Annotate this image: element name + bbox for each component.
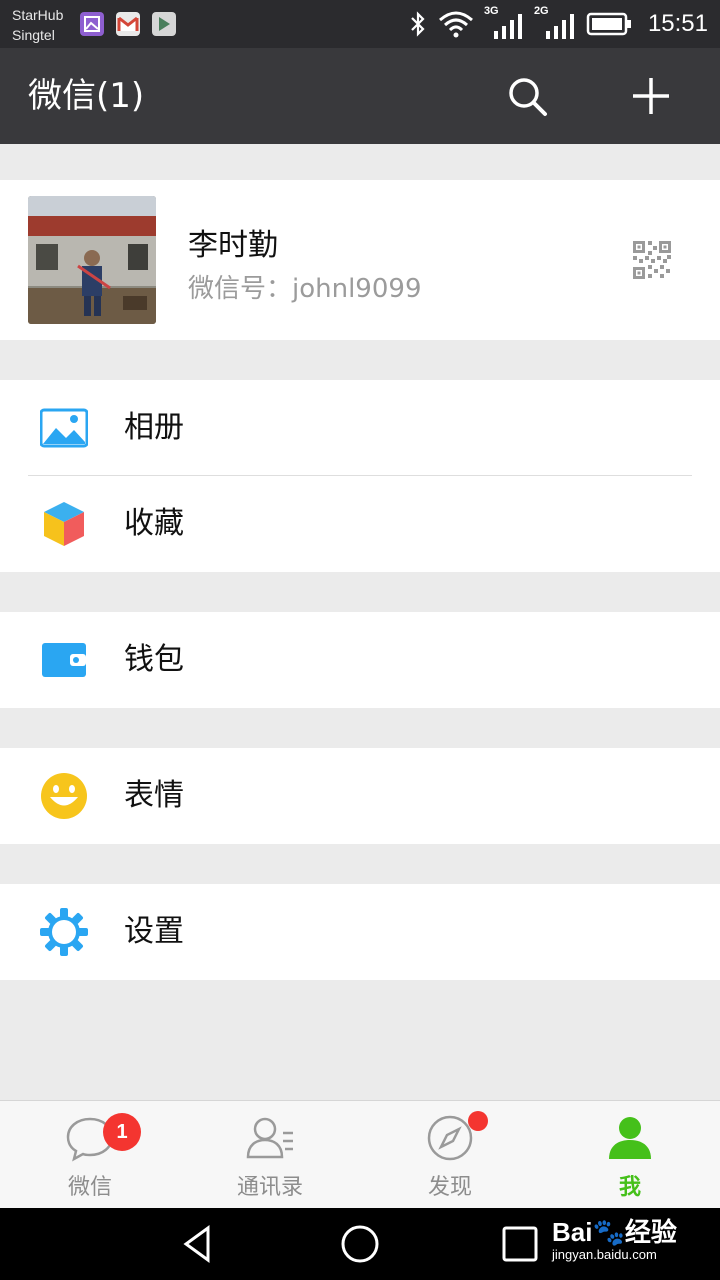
unread-badge: 1 — [103, 1113, 141, 1151]
wallet-group: 钱包 — [0, 612, 720, 708]
status-bar: StarHub Singtel 3G 2G 15:51 — [0, 0, 720, 48]
tab-discover[interactable]: 发现 — [360, 1101, 540, 1209]
discover-notification-dot — [468, 1111, 488, 1131]
bottom-tab-bar: 1 微信 通讯录 发现 我 — [0, 1100, 720, 1209]
baidu-watermark: Bai🐾经验 jingyan.baidu.com — [552, 1212, 677, 1262]
menu-label-favorites: 收藏 — [124, 506, 184, 541]
menu-item-stickers[interactable]: 表情 — [0, 748, 720, 844]
menu-item-wallet[interactable]: 钱包 — [0, 612, 720, 708]
avatar[interactable] — [28, 196, 156, 324]
favorites-cube-icon — [44, 502, 84, 546]
settings-group: 设置 — [0, 884, 720, 980]
search-icon[interactable] — [504, 73, 550, 119]
menu-label-album: 相册 — [124, 410, 184, 445]
contacts-icon — [246, 1117, 293, 1159]
carrier-labels: StarHub Singtel — [12, 5, 63, 45]
tab-contacts[interactable]: 通讯录 — [180, 1101, 360, 1209]
wifi-icon — [438, 11, 473, 38]
watermark-brand-suffix: 经验 — [624, 1217, 677, 1247]
tab-label-contacts: 通讯录 — [236, 1175, 303, 1200]
tab-label-chats: 微信 — [67, 1175, 112, 1200]
home-icon[interactable] — [336, 1220, 384, 1268]
menu-label-settings: 设置 — [124, 914, 184, 949]
watermark-brand: Bai — [552, 1217, 593, 1247]
tab-label-discover: 发现 — [427, 1175, 472, 1200]
bluetooth-icon — [411, 11, 425, 37]
menu-label-stickers: 表情 — [124, 778, 184, 813]
album-favorites-group: 相册 收藏 — [0, 380, 720, 572]
page-title: 微信(1) — [28, 76, 145, 116]
add-icon[interactable] — [628, 73, 674, 119]
carrier-starhub: StarHub — [12, 7, 64, 23]
tab-me[interactable]: 我 — [540, 1101, 720, 1209]
gear-icon — [40, 908, 88, 956]
clock: 15:51 — [647, 10, 708, 37]
carrier-singtel: Singtel — [12, 27, 55, 43]
menu-item-album[interactable]: 相册 — [0, 380, 720, 476]
signal-2g-indicator: 2G — [534, 5, 576, 41]
menu-label-wallet: 钱包 — [124, 642, 184, 677]
watermark-paw-icon: 🐾 — [592, 1217, 625, 1247]
smiley-icon — [41, 773, 87, 819]
tab-label-me: 我 — [618, 1175, 641, 1200]
qr-code-icon[interactable] — [633, 241, 671, 279]
album-icon — [40, 408, 88, 448]
stickers-group: 表情 — [0, 748, 720, 844]
back-icon[interactable] — [176, 1220, 224, 1268]
app-header: 微信(1) — [0, 48, 720, 144]
profile-name: 李时勤 — [188, 228, 278, 263]
profile-card[interactable]: 李时勤 微信号：johnl9099 — [0, 180, 720, 340]
gmail-notification-icon — [116, 12, 140, 36]
menu-item-favorites[interactable]: 收藏 — [0, 476, 720, 572]
menu-item-settings[interactable]: 设置 — [0, 884, 720, 980]
watermark-url: jingyan.baidu.com — [552, 1247, 657, 1262]
tab-chats[interactable]: 1 微信 — [0, 1101, 180, 1209]
signal-3g-indicator: 3G — [484, 5, 524, 41]
person-icon — [609, 1117, 651, 1159]
play-store-notification-icon — [152, 12, 176, 36]
battery-icon — [586, 12, 631, 36]
recents-icon[interactable] — [496, 1220, 544, 1268]
wallet-icon — [42, 643, 86, 677]
gallery-notification-icon — [80, 12, 104, 36]
profile-wechat-id: 微信号：johnl9099 — [188, 274, 422, 304]
